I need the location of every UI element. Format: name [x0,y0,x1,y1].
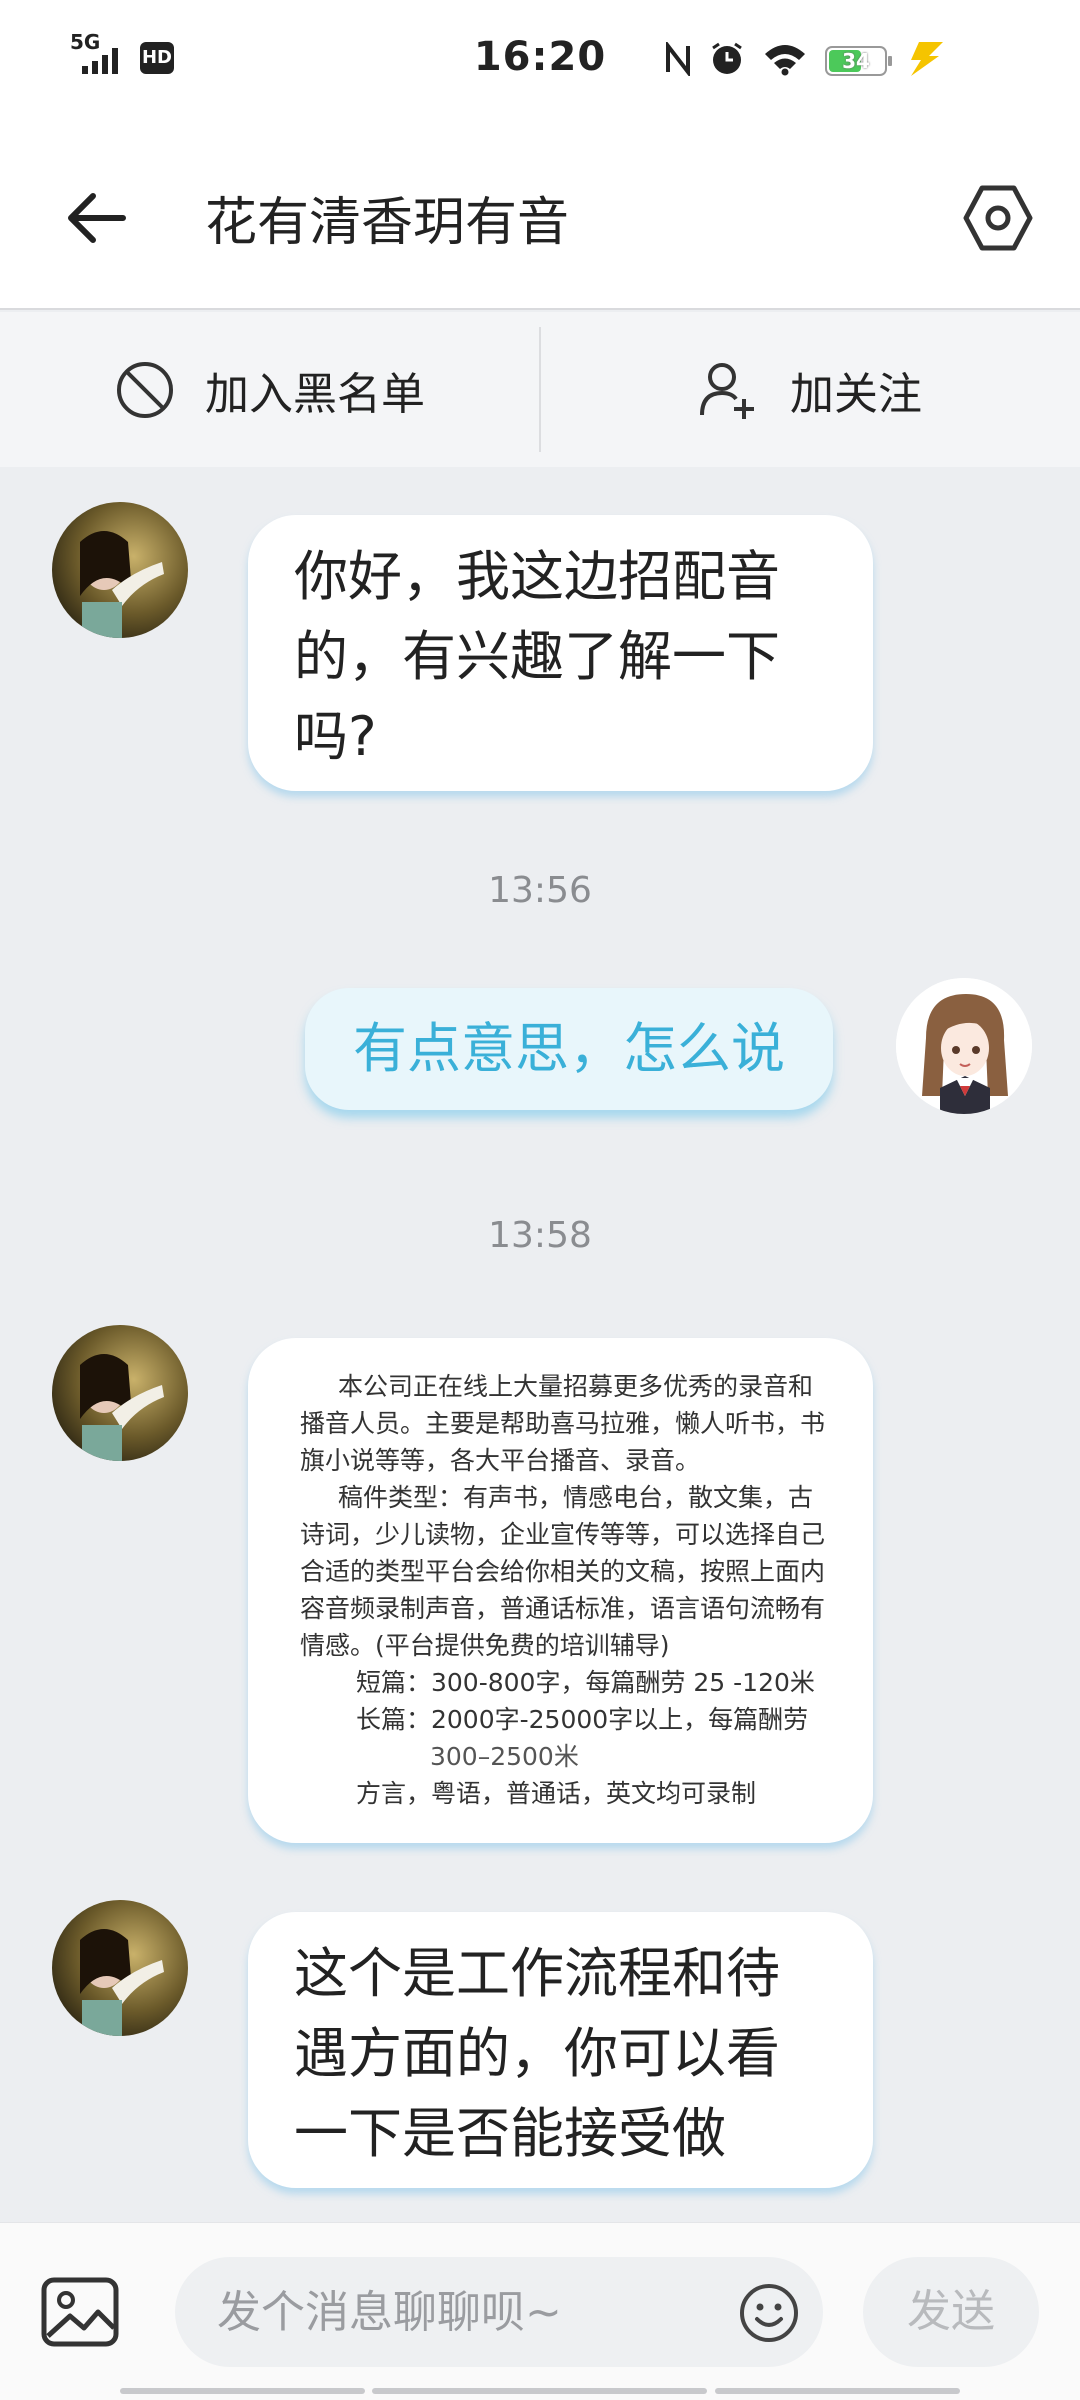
timestamp: 13:56 [488,870,592,911]
emoji-icon [740,2284,798,2342]
wifi-icon [763,42,807,80]
add-user-icon [700,362,754,419]
nav-indicator [120,2388,365,2394]
doc-paragraph: 本公司正在线上大量招募更多优秀的录音和播音人员。主要是帮助喜马拉雅，懒人听书，书… [300,1372,826,1475]
avatar[interactable] [52,502,188,638]
message-text: 有点意思，怎么说 [353,1017,785,1080]
message-bubble-outgoing[interactable]: 有点意思，怎么说 [305,988,833,1110]
message-text: 你好，我这边招配音的，有兴趣了解一下吗? [294,545,780,768]
status-right: 34 [665,40,945,82]
battery-icon: 34 [825,46,892,76]
status-bar: 5G HD 16:20 34 [0,0,1080,125]
nfc-icon [665,40,691,80]
message-input[interactable] [175,2257,823,2367]
avatar-photo-icon [52,1325,188,1461]
block-button[interactable]: 加入黑名单 [0,312,540,467]
image-button[interactable] [40,2276,120,2348]
avatar-self[interactable] [896,978,1032,1114]
block-label: 加入黑名单 [205,368,425,420]
input-bar: 发送 [0,2222,1080,2400]
divider [539,327,541,452]
avatar-photo-icon [52,502,188,638]
follow-label: 加关注 [790,368,922,420]
follow-button[interactable]: 加关注 [540,312,1080,467]
image-message[interactable]: 本公司正在线上大量招募更多优秀的录音和播音人员。主要是帮助喜马拉雅，懒人听书，书… [248,1338,873,1843]
doc-line: 长篇：2000字-25000字以上，每篇酬劳 [356,1705,809,1734]
doc-line: 短篇：300-800字，每篇酬劳 25 -120米 [356,1668,815,1697]
doc-paragraph: 稿件类型：有声书，情感电台，散文集，古诗词，少儿读物，企业宣传等等，可以选择自己… [300,1483,826,1660]
avatar-anime-icon [896,978,1032,1114]
image-icon [41,2277,119,2347]
alarm-icon [709,41,745,81]
doc-line: 300–2500米 [430,1742,579,1771]
charging-icon [905,40,945,82]
settings-button[interactable] [960,180,1036,256]
action-bar: 加入黑名单 加关注 [0,312,1080,467]
nav-indicator [715,2388,960,2394]
back-arrow-icon [68,193,126,243]
avatar[interactable] [52,1325,188,1461]
chat-header: 花有清香玥有音 [0,125,1080,310]
emoji-button[interactable] [738,2282,800,2344]
back-button[interactable] [60,183,130,253]
settings-hexagon-icon [963,185,1033,251]
message-bubble[interactable]: 这个是工作流程和待遇方面的，你可以看一下是否能接受做 [248,1912,873,2188]
avatar-photo-icon [52,1900,188,2036]
timestamp: 13:58 [488,1215,592,1256]
message-bubble[interactable]: 你好，我这边招配音的，有兴趣了解一下吗? [248,515,873,791]
avatar[interactable] [52,1900,188,2036]
battery-level: 34 [842,49,870,73]
doc-line: 方言，粤语，普通话，英文均可录制 [356,1779,757,1808]
send-button[interactable]: 发送 [863,2257,1039,2367]
page-title: 花有清香玥有音 [205,193,570,253]
message-text: 这个是工作流程和待遇方面的，你可以看一下是否能接受做 [294,1942,780,2165]
nav-indicator [372,2388,707,2394]
block-icon [117,361,173,418]
